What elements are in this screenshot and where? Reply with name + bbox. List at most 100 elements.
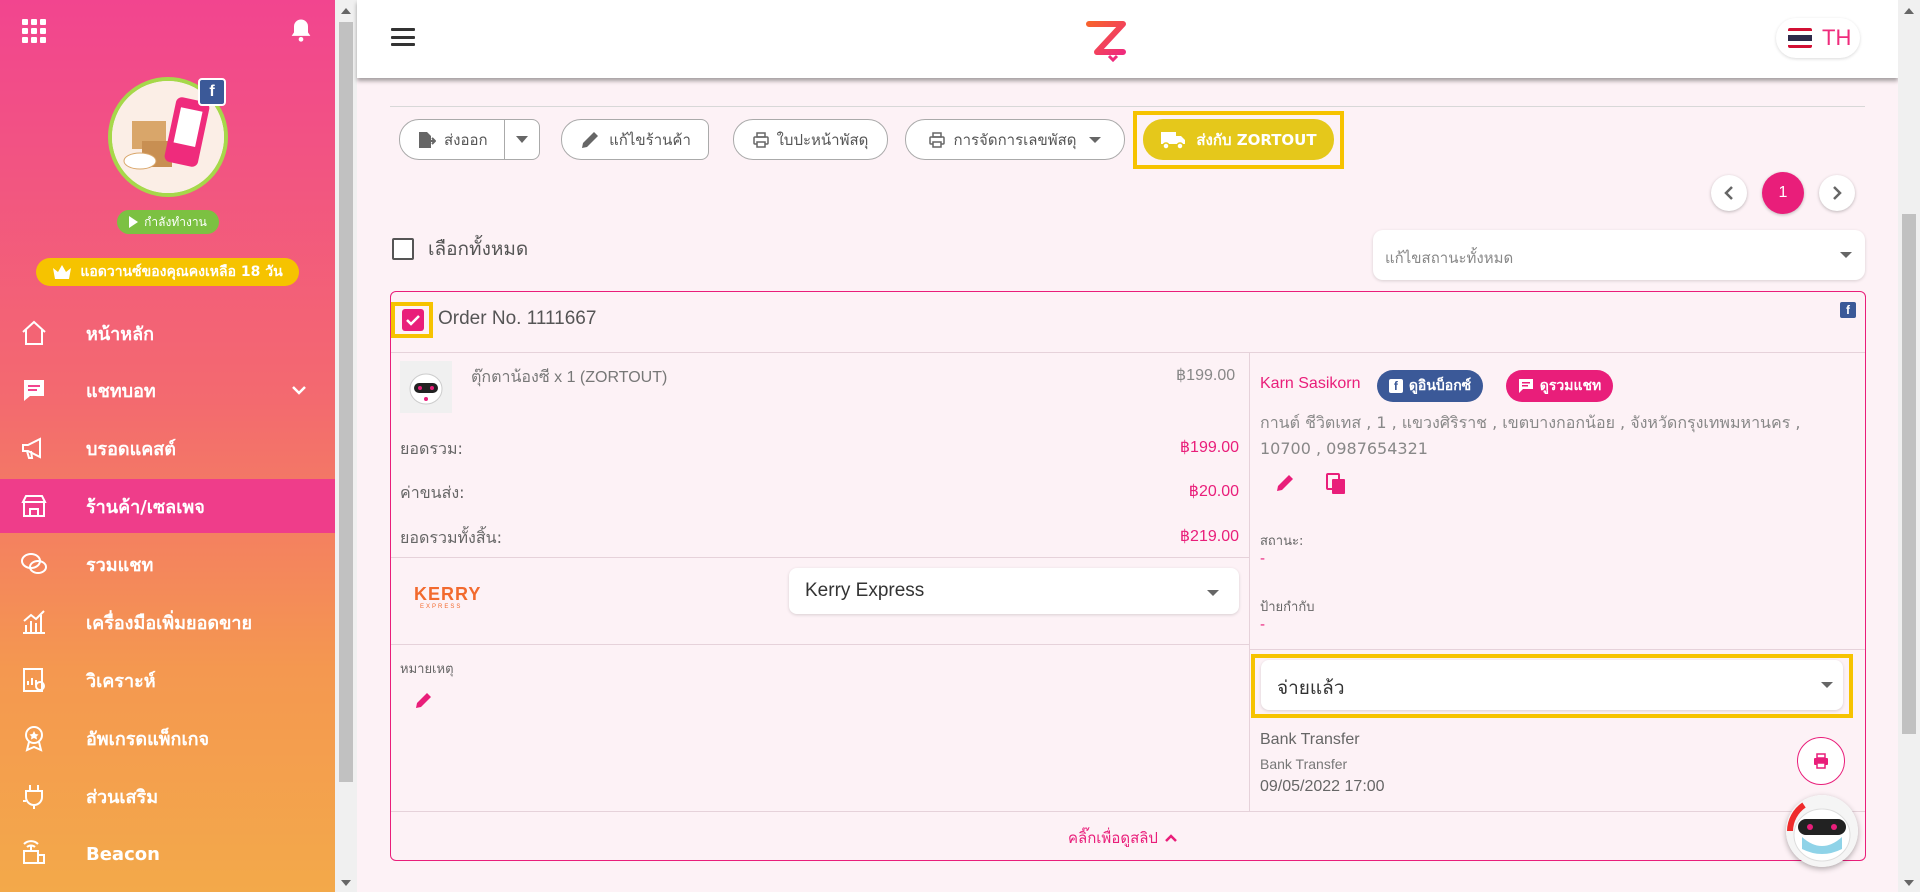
menu-icon[interactable] <box>391 28 415 46</box>
select-all-label[interactable]: เลือกทั้งหมด <box>428 234 528 264</box>
scroll-up-arrow[interactable] <box>1904 8 1914 14</box>
thailand-flag-icon <box>1788 28 1812 48</box>
copy-icon[interactable] <box>1325 472 1347 496</box>
shop-status-badge: กำลังทำงาน <box>117 210 219 234</box>
address-edit-pencil-icon[interactable] <box>1274 472 1296 494</box>
scroll-down-arrow[interactable] <box>1904 880 1914 886</box>
chat-icon <box>1518 379 1533 393</box>
shop-icon <box>21 495 47 517</box>
truck-icon <box>1161 131 1186 150</box>
divider <box>391 811 1865 812</box>
trial-remaining-badge[interactable]: แอดวานซ์ของคุณคงเหลือ 18 วัน <box>36 258 299 286</box>
check-icon <box>406 315 420 326</box>
ship-with-zortout-button[interactable]: ส่งกับ ZORTOUT <box>1143 119 1334 160</box>
beacon-icon <box>23 840 45 864</box>
printer-icon <box>929 131 946 148</box>
sidebar: f กำลังทำงาน แอดวานซ์ของคุณคงเหลือ 18 วั… <box>0 0 335 892</box>
sidebar-item-chatbot[interactable]: แชทบอท <box>0 363 335 417</box>
order-status-value[interactable]: - <box>1260 551 1265 567</box>
order-status-label: สถานะ: <box>1260 534 1304 549</box>
note-label: หมายเหตุ <box>400 662 454 677</box>
tag-value[interactable]: - <box>1260 617 1265 633</box>
sidebar-item-shop[interactable]: ร้านค้า/เซลเพจ <box>0 479 335 533</box>
chats-icon <box>21 553 47 574</box>
scrollbar-thumb[interactable] <box>1902 214 1916 734</box>
pencil-icon <box>582 131 599 148</box>
chevron-right-icon <box>1833 186 1842 200</box>
sidebar-item-all-chats[interactable]: รวมแชท <box>0 537 335 591</box>
printer-icon <box>1814 753 1828 769</box>
divider <box>1249 353 1250 811</box>
view-slip-link[interactable]: คลิ๊กเพื่อดูสลิป <box>1068 826 1178 850</box>
pagination-prev-button[interactable] <box>1711 175 1747 211</box>
export-file-icon <box>419 131 436 148</box>
tag-label: ป้ายกำกับ <box>1260 600 1315 615</box>
divider <box>391 352 1865 353</box>
view-inbox-button[interactable]: f ดูอินบ็อกซ์ <box>1377 370 1483 402</box>
bulk-status-select[interactable]: แก้ไขสถานะทั้งหมด <box>1373 230 1865 280</box>
total-label: ยอดรวมทั้งสิ้น: <box>400 528 502 547</box>
export-button[interactable]: ส่งออก <box>399 119 540 160</box>
svg-text:KERRY: KERRY <box>414 584 481 604</box>
scroll-down-arrow[interactable] <box>341 880 351 886</box>
facebook-icon: f <box>198 78 226 106</box>
scroll-up-arrow[interactable] <box>341 8 351 14</box>
payment-status-select[interactable]: จ่ายแล้ว <box>1261 660 1843 710</box>
facebook-icon: f <box>1840 302 1856 318</box>
printer-icon <box>752 131 769 148</box>
sidebar-item-beacon[interactable]: Beacon <box>0 827 335 881</box>
shipping-label: ค่าขนส่ง: <box>400 483 465 502</box>
chatbot-avatar-button[interactable] <box>1786 795 1858 867</box>
bell-icon[interactable] <box>287 16 315 44</box>
view-all-chats-button[interactable]: ดูรวมแชท <box>1506 370 1613 402</box>
sidebar-scrollbar[interactable] <box>335 0 357 892</box>
plugin-icon <box>23 785 43 809</box>
divider <box>390 106 1865 107</box>
sidebar-item-addons[interactable]: ส่วนเสริม <box>0 769 335 823</box>
play-icon <box>129 216 139 228</box>
pagination-next-button[interactable] <box>1819 175 1855 211</box>
language-switcher[interactable]: TH <box>1776 18 1860 58</box>
pagination-page-current[interactable]: 1 <box>1762 172 1804 214</box>
sidebar-item-home[interactable]: หน้าหลัก <box>0 306 335 360</box>
caret-down-icon <box>1840 252 1852 258</box>
zwiz-logo <box>1086 21 1126 62</box>
edit-shop-button[interactable]: แก้ไขร้านค้า <box>561 119 709 160</box>
scrollbar-thumb[interactable] <box>339 22 353 782</box>
sidebar-item-upgrade[interactable]: อัพเกรดแพ็กเกจ <box>0 711 335 765</box>
payment-date: 09/05/2022 17:00 <box>1260 778 1385 795</box>
crown-icon <box>53 265 72 279</box>
caret-down-icon <box>1088 136 1101 143</box>
main-scrollbar[interactable] <box>1898 0 1920 892</box>
facebook-icon: f <box>1388 379 1403 393</box>
tracking-management-button[interactable]: การจัดการเลขพัสดุ <box>905 119 1125 160</box>
order-checkbox[interactable] <box>402 309 424 331</box>
courier-select[interactable]: Kerry Express <box>789 568 1239 614</box>
sales-chart-icon <box>23 610 45 634</box>
product-image <box>400 361 452 413</box>
apps-grid-icon[interactable] <box>22 19 46 43</box>
chevron-up-icon <box>1165 834 1177 842</box>
customer-name[interactable]: Karn Sasikorn <box>1260 375 1361 393</box>
divider <box>391 557 1249 558</box>
sidebar-item-sales-tools[interactable]: เครื่องมือเพิ่มยอดขาย <box>0 595 335 649</box>
select-all-checkbox[interactable] <box>392 238 414 260</box>
divider <box>391 644 1249 645</box>
caret-down-icon <box>1207 590 1219 596</box>
chevron-down-icon[interactable] <box>290 381 308 399</box>
sidebar-item-analytics[interactable]: วิเคราะห์ <box>0 653 335 707</box>
analytics-icon <box>23 668 45 692</box>
top-header: TH <box>357 0 1898 78</box>
medal-icon <box>25 726 43 752</box>
shipping-label-button[interactable]: ใบปะหน้าพัสดุ <box>733 119 888 160</box>
megaphone-icon <box>22 437 41 459</box>
shipping-value: ฿20.00 <box>1188 483 1239 500</box>
payment-method: Bank Transfer <box>1260 731 1360 748</box>
print-slip-button[interactable] <box>1797 737 1845 785</box>
note-edit-pencil-icon[interactable] <box>414 690 434 710</box>
chevron-left-icon <box>1724 186 1733 200</box>
sidebar-item-broadcast[interactable]: บรอดแคสต์ <box>0 421 335 475</box>
divider <box>1250 649 1865 650</box>
product-price: ฿199.00 <box>1176 367 1236 384</box>
export-dropdown-caret[interactable] <box>516 136 528 143</box>
